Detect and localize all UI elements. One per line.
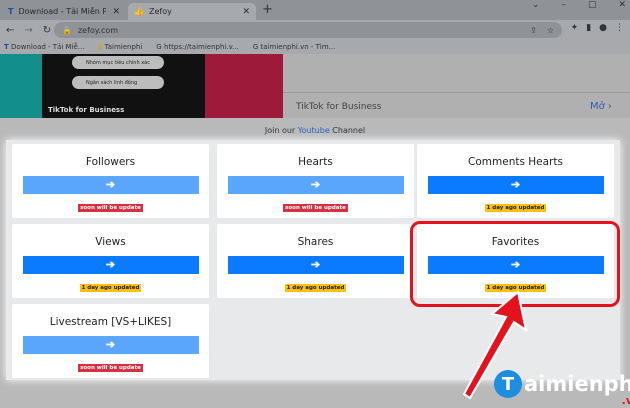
bookmark-item[interactable]: G https://taimienphi.v...: [156, 43, 239, 51]
bookmark-item[interactable]: ▮ Taimienphi: [99, 43, 143, 51]
toolbar: ← → ↻ 🔒 zefoy.com ⇪ ☆ ✦ ▮ ● ⋮: [0, 20, 630, 40]
card-shares: Shares ➔ 1 day ago updated: [217, 224, 414, 298]
new-tab-button[interactable]: +: [262, 2, 273, 17]
card-views: Views ➔ 1 day ago updated: [12, 224, 209, 298]
advertisement[interactable]: Nhóm mục tiêu chính xác Ngân sách linh đ…: [0, 54, 630, 118]
thumbs-up-favicon-icon: 👍: [134, 7, 144, 16]
share-icon[interactable]: ⇪: [530, 26, 537, 35]
shares-button[interactable]: ➔: [227, 256, 404, 274]
maximize-icon[interactable]: ▢: [588, 0, 597, 10]
google-icon: G: [156, 43, 162, 51]
close-window-icon[interactable]: ✕: [618, 0, 626, 10]
extensions-icon[interactable]: ✦: [571, 23, 579, 33]
ad-open-link[interactable]: Mở ›: [590, 101, 612, 112]
avatar[interactable]: ●: [599, 23, 607, 33]
window-controls: ⌄ – ▢ ✕: [532, 0, 626, 10]
taimienphi-favicon-icon: T: [8, 7, 14, 16]
bookmark-star-icon[interactable]: ☆: [547, 26, 554, 35]
watermark-suffix: .vn: [621, 394, 630, 407]
status-badge: 1 day ago updated: [284, 284, 347, 292]
status-badge: 1 day ago updated: [79, 284, 142, 292]
status-badge: soon will be update: [78, 204, 143, 212]
views-button[interactable]: ➔: [22, 256, 199, 274]
bookmark-item[interactable]: T Download - Tải Miễ...: [4, 43, 85, 51]
forward-icon[interactable]: →: [24, 25, 32, 36]
folder-icon: ▮: [98, 43, 103, 51]
card-livestream: Livestream [VS+LIKES] ➔ soon will be updat…: [12, 304, 209, 378]
lock-icon: 🔒: [62, 25, 72, 35]
side-panel-icon[interactable]: ▮: [586, 23, 591, 33]
tab-download[interactable]: TDownload - Tải Miễn Phí VN - Ph✕: [2, 3, 126, 20]
comments-hearts-button[interactable]: ➔: [427, 176, 604, 194]
status-badge: 1 day ago updated: [484, 204, 547, 212]
tab-bar: TDownload - Tải Miễn Phí VN - Ph✕ 👍Zefoy…: [0, 0, 630, 20]
hearts-button[interactable]: ➔: [227, 176, 404, 194]
back-icon[interactable]: ←: [6, 25, 14, 36]
bookmark-item[interactable]: G taimienphi.vn - Tìm...: [253, 43, 335, 51]
status-badge: soon will be update: [283, 204, 348, 212]
youtube-link[interactable]: Youtube: [298, 126, 330, 135]
minimize-icon[interactable]: –: [561, 0, 566, 10]
card-hearts: Hearts ➔ soon will be update: [217, 144, 414, 218]
followers-button[interactable]: ➔: [22, 176, 199, 194]
ad-image: Nhóm mục tiêu chính xác Ngân sách linh đ…: [0, 54, 283, 118]
tab-zefoy[interactable]: 👍 Zefoy ✕: [128, 3, 256, 20]
join-youtube: Join our Youtube Channel: [264, 126, 366, 135]
close-tab-icon[interactable]: ✕: [112, 7, 120, 17]
status-badge: soon will be update: [78, 364, 143, 372]
card-followers: Followers ➔ soon will be update: [12, 144, 209, 218]
livestream-button[interactable]: ➔: [22, 336, 199, 354]
tab-search-icon[interactable]: ⌄: [532, 0, 540, 10]
google-icon: G: [252, 43, 259, 51]
taimienphi-watermark-logo: Taimienphi.vn: [494, 370, 630, 407]
bookmarks-bar: T Download - Tải Miễ... ▮ Taimienphi G h…: [0, 40, 630, 54]
address-bar[interactable]: 🔒 zefoy.com ⇪ ☆: [54, 22, 562, 38]
menu-icon[interactable]: ⋮: [615, 23, 624, 33]
close-tab-icon[interactable]: ✕: [242, 7, 250, 17]
card-comments-hearts: Comments Hearts ➔ 1 day ago updated: [417, 144, 614, 218]
reload-icon[interactable]: ↻: [43, 25, 51, 36]
